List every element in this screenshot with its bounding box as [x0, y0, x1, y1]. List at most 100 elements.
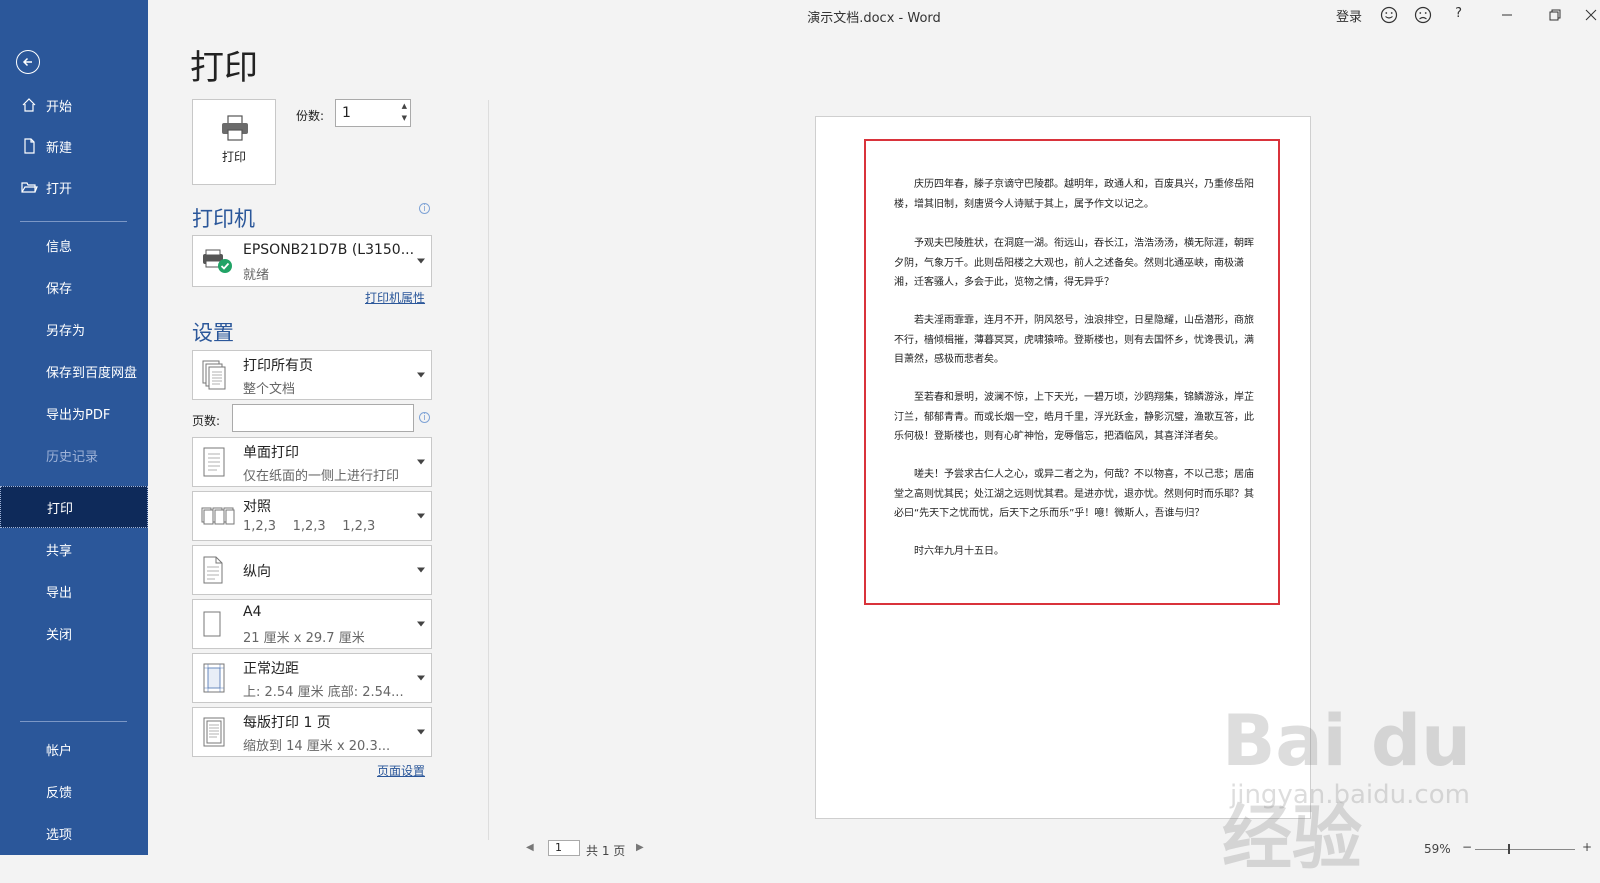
page-total: 共 1 页: [586, 844, 626, 858]
paper-size-dropdown[interactable]: A4 21 厘米 x 29.7 厘米: [192, 599, 432, 649]
sidebar-item-label: 打印: [47, 501, 74, 517]
preview-paragraph: 至若春和景明，波澜不惊，上下天光，一碧万顷，沙鸥翔集，锦鳞游泳，岸芷汀兰，郁郁青…: [894, 392, 1254, 442]
highlight-box: 庆历四年春，滕子京谪守巴陵郡。越明年，政通人和，百废具兴，乃重修岳阳楼，增其旧制…: [864, 139, 1280, 605]
prev-page-icon[interactable]: ◀: [526, 842, 534, 853]
sidebar-item-options[interactable]: 选项: [0, 814, 148, 852]
collation-dropdown[interactable]: 对照 1,2,3 1,2,3 1,2,3: [192, 491, 432, 541]
orientation-title: 纵向: [243, 564, 271, 580]
sidebar-item-label: 打开: [46, 181, 73, 197]
sidebar-item-label: 共享: [46, 543, 73, 559]
printer-properties-link[interactable]: 打印机属性: [365, 289, 425, 306]
one-sided-icon: [203, 447, 225, 477]
home-icon: [22, 98, 36, 112]
sidebar-item-feedback[interactable]: 反馈: [0, 772, 148, 810]
printer-status: 就绪: [243, 268, 270, 283]
panel-divider: [488, 100, 489, 840]
chevron-down-icon: [417, 459, 425, 465]
chevron-down-icon: [417, 675, 425, 681]
portrait-icon: [203, 556, 223, 584]
margins-icon: [203, 663, 225, 693]
sidebar-item-label: 选项: [46, 827, 73, 843]
sidebar-item-close[interactable]: 关闭: [0, 614, 148, 652]
sidebar-item-home[interactable]: 开始: [0, 86, 148, 124]
collation-title: 对照: [243, 499, 271, 515]
sidebar-item-label: 开始: [46, 99, 73, 115]
sidebar-item-export[interactable]: 导出: [0, 572, 148, 610]
print-range-dropdown[interactable]: 打印所有页 整个文档: [192, 350, 432, 400]
restore-icon[interactable]: [1548, 8, 1562, 22]
sides-title: 单面打印: [243, 445, 299, 461]
sidebar-item-open[interactable]: 打开: [0, 168, 148, 206]
info-icon[interactable]: i: [419, 203, 430, 214]
decrement-icon[interactable]: ▼: [402, 114, 407, 122]
backstage-sidebar: 开始 新建 打开 信息 保存 另存为 保存到百度网盘 导出为PDF 历史记录 打…: [0, 0, 148, 855]
chevron-down-icon: [417, 621, 425, 627]
smile-icon[interactable]: [1380, 6, 1398, 24]
close-icon[interactable]: [1584, 8, 1598, 22]
increment-icon[interactable]: ▲: [402, 102, 407, 110]
zoom-slider-handle[interactable]: [1508, 844, 1510, 854]
page-setup-link[interactable]: 页面设置: [377, 762, 425, 779]
page-number-input[interactable]: 1: [548, 840, 580, 856]
chevron-down-icon: [417, 258, 425, 264]
sidebar-item-label: 保存: [46, 281, 73, 297]
sidebar-item-label: 另存为: [46, 323, 86, 339]
sidebar-item-save-to-baidu[interactable]: 保存到百度网盘: [0, 352, 148, 390]
zoom-in-icon[interactable]: +: [1582, 840, 1592, 854]
printer-heading: 打印机: [192, 207, 255, 231]
copies-stepper[interactable]: 1 ▲ ▼: [335, 99, 411, 127]
print-button-label: 打印: [221, 150, 246, 164]
margins-dropdown[interactable]: 正常边距 上: 2.54 厘米 底部: 2.54...: [192, 653, 432, 703]
sidebar-item-account[interactable]: 帐户: [0, 730, 148, 768]
back-button[interactable]: [16, 50, 40, 74]
sidebar-item-label: 保存到百度网盘: [46, 365, 138, 381]
info-icon[interactable]: i: [419, 412, 430, 423]
sidebar-item-info[interactable]: 信息: [0, 226, 148, 264]
sidebar-divider: [20, 721, 127, 722]
printer-ready-icon: [203, 249, 232, 273]
sidebar-item-label: 导出: [46, 585, 73, 601]
help-button[interactable]: ?: [1455, 6, 1462, 21]
next-page-icon[interactable]: ▶: [636, 842, 644, 853]
page-title: 打印: [190, 48, 258, 88]
pages-per-sheet-title: 每版打印 1 页: [243, 715, 331, 731]
sidebar-item-export-pdf[interactable]: 导出为PDF: [0, 394, 148, 432]
sidebar-item-new[interactable]: 新建: [0, 127, 148, 165]
pages-per-sheet-desc: 缩放到 14 厘米 x 20.3...: [243, 739, 391, 754]
preview-paragraph: 时六年九月十五日。: [914, 546, 1004, 557]
copies-label: 份数:: [296, 109, 325, 123]
sidebar-item-share[interactable]: 共享: [0, 530, 148, 568]
sidebar-item-save-as[interactable]: 另存为: [0, 310, 148, 348]
zoom-out-icon[interactable]: −: [1462, 840, 1472, 854]
orientation-dropdown[interactable]: 纵向: [192, 545, 432, 595]
pages-per-sheet-dropdown[interactable]: 每版打印 1 页 缩放到 14 厘米 x 20.3...: [192, 707, 432, 757]
folder-open-icon: [21, 182, 38, 193]
pages-label: 页数:: [192, 414, 221, 428]
preview-paragraph: 予观夫巴陵胜状，在洞庭一湖。衔远山，吞长江，浩浩汤汤，横无际涯，朝晖夕阴，气象万…: [894, 238, 1254, 288]
print-button[interactable]: 打印: [192, 99, 276, 185]
title-bar: 演示文档.docx - Word 登录 ?: [148, 0, 1600, 30]
pages-input[interactable]: [232, 404, 414, 432]
print-range-title: 打印所有页: [243, 358, 313, 374]
sides-desc: 仅在纸面的一侧上进行打印: [243, 469, 400, 484]
back-arrow-icon: [22, 57, 32, 67]
sidebar-item-save[interactable]: 保存: [0, 268, 148, 306]
sides-dropdown[interactable]: 单面打印 仅在纸面的一侧上进行打印: [192, 437, 432, 487]
sidebar-item-label: 反馈: [46, 785, 73, 801]
minimize-icon[interactable]: [1500, 8, 1514, 22]
settings-heading: 设置: [192, 321, 234, 345]
sidebar-item-print[interactable]: 打印: [0, 486, 148, 528]
sidebar-item-label: 信息: [46, 239, 73, 255]
sidebar-item-label: 历史记录: [46, 449, 99, 465]
chevron-down-icon: [417, 729, 425, 735]
login-button[interactable]: 登录: [1336, 6, 1362, 25]
printer-dropdown[interactable]: EPSONB21D7B (L3150... 就绪: [192, 235, 432, 287]
zoom-slider[interactable]: [1475, 849, 1575, 850]
collated-icon: [201, 507, 235, 525]
printer-icon: [222, 115, 248, 141]
frown-icon[interactable]: [1414, 6, 1432, 24]
margins-desc: 上: 2.54 厘米 底部: 2.54...: [243, 685, 404, 700]
paper-size-icon: [203, 611, 221, 637]
all-pages-icon: [202, 360, 226, 390]
preview-paragraph: 嗟夫！予尝求古仁人之心，或异二者之为，何哉？不以物喜，不以己悲；居庙堂之高则忧其…: [894, 469, 1254, 519]
